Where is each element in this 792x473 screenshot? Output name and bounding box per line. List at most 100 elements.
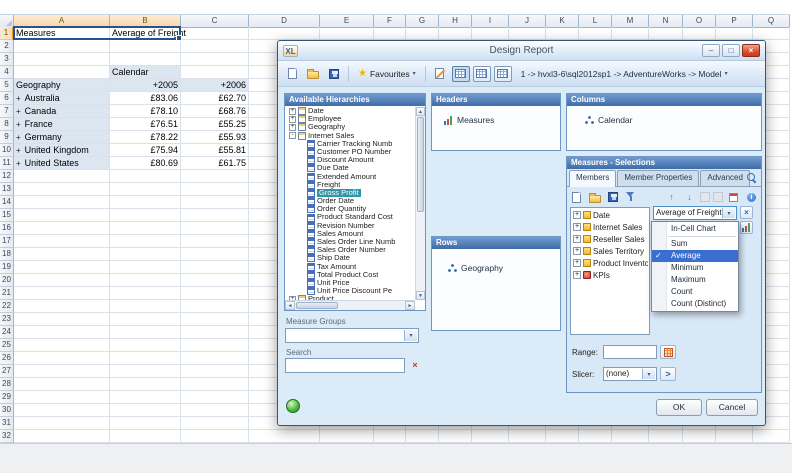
combo-dropdown-button[interactable]: ▾	[722, 208, 735, 218]
cell-F1[interactable]	[374, 27, 406, 40]
row-header-27[interactable]: 27	[0, 365, 14, 378]
cell-A6[interactable]: + Australia	[14, 92, 110, 105]
rows-item-geography[interactable]: Geography	[432, 249, 560, 273]
row-header-13[interactable]: 13	[0, 183, 14, 196]
tree-item-freight[interactable]: Freight	[286, 181, 414, 189]
cell-B6[interactable]: £83.06	[110, 92, 181, 105]
cell-C11[interactable]: £61.75	[181, 157, 249, 170]
cell-C25[interactable]	[181, 339, 249, 352]
scrollbar-thumb[interactable]	[296, 302, 338, 309]
cell-A13[interactable]	[14, 183, 110, 196]
outline-expand-button[interactable]: +	[16, 132, 21, 144]
tree-item-product-inventory[interactable]: + Product Inventory	[572, 257, 648, 269]
scroll-right-button[interactable]: ►	[405, 301, 415, 310]
tree-item-order-date[interactable]: Order Date	[286, 197, 414, 206]
tree-item-discount-amount[interactable]: Discount Amount	[286, 156, 414, 165]
cell-B31[interactable]	[110, 417, 181, 430]
cell-A29[interactable]	[14, 391, 110, 404]
dialog-titlebar[interactable]: XL Design Report – □ ×	[278, 41, 765, 61]
cell-C23[interactable]	[181, 313, 249, 326]
vertical-scrollbar[interactable]: ▲ ▼	[415, 107, 425, 300]
cell-C17[interactable]	[181, 235, 249, 248]
tree-item-reseller-sales[interactable]: + Reseller Sales	[572, 233, 648, 245]
cell-A23[interactable]	[14, 313, 110, 326]
cell-E1[interactable]	[320, 27, 374, 40]
cell-A15[interactable]	[14, 209, 110, 222]
cell-A9[interactable]: + Germany	[14, 131, 110, 144]
cell-C14[interactable]	[181, 196, 249, 209]
cell-L32[interactable]	[579, 430, 612, 443]
expand-icon[interactable]: +	[573, 271, 581, 279]
cell-A10[interactable]: + United Kingdom	[14, 144, 110, 157]
expand-icon[interactable]: +	[573, 259, 581, 267]
menu-item-minimum[interactable]: Minimum	[652, 262, 738, 274]
tree-item-total-product-cost[interactable]: Total Product Cost	[286, 271, 414, 279]
cell-K1[interactable]	[546, 27, 579, 40]
row-header-12[interactable]: 12	[0, 170, 14, 183]
row-header-9[interactable]: 9	[0, 131, 14, 144]
row-header-5[interactable]: 5	[0, 79, 14, 92]
cell-I32[interactable]	[472, 430, 509, 443]
view-button-2[interactable]	[472, 65, 491, 82]
row-header-29[interactable]: 29	[0, 391, 14, 404]
row-header-21[interactable]: 21	[0, 287, 14, 300]
outline-expand-button[interactable]: +	[16, 145, 21, 157]
cell-A19[interactable]	[14, 261, 110, 274]
cell-C19[interactable]	[181, 261, 249, 274]
cell-A3[interactable]	[14, 53, 110, 66]
tree-item-customer-po-number[interactable]: Customer PO Number	[286, 148, 414, 157]
cell-A17[interactable]	[14, 235, 110, 248]
row-header-24[interactable]: 24	[0, 326, 14, 339]
cell-M1[interactable]	[612, 27, 649, 40]
row-header-19[interactable]: 19	[0, 261, 14, 274]
cell-G32[interactable]	[406, 430, 439, 443]
tree-item-revision-number[interactable]: Revision Number	[286, 222, 414, 230]
cell-B30[interactable]	[110, 404, 181, 417]
cell-C18[interactable]	[181, 248, 249, 261]
outline-expand-button[interactable]: +	[16, 93, 21, 105]
cell-C4[interactable]	[181, 66, 249, 79]
cell-A31[interactable]	[14, 417, 110, 430]
cell-B5[interactable]: +2005	[110, 79, 181, 92]
cell-C27[interactable]	[181, 365, 249, 378]
row-header-23[interactable]: 23	[0, 313, 14, 326]
cell-B19[interactable]	[110, 261, 181, 274]
date-picker-button[interactable]	[726, 190, 741, 205]
cell-A1[interactable]: Measures	[14, 27, 110, 40]
cell-K32[interactable]	[546, 430, 579, 443]
cell-B20[interactable]	[110, 274, 181, 287]
expand-icon[interactable]: +	[573, 211, 581, 219]
cell-C30[interactable]	[181, 404, 249, 417]
cell-C9[interactable]: £55.93	[181, 131, 249, 144]
tree-item-employee[interactable]: + Employee	[286, 115, 414, 124]
row-header-16[interactable]: 16	[0, 222, 14, 235]
cell-A4[interactable]	[14, 66, 110, 79]
cancel-button[interactable]: Cancel	[706, 399, 758, 416]
cell-A7[interactable]: + Canada	[14, 105, 110, 118]
cell-P32[interactable]	[716, 430, 753, 443]
cell-A12[interactable]	[14, 170, 110, 183]
tree-item-date[interactable]: + Date	[572, 209, 648, 221]
cell-B25[interactable]	[110, 339, 181, 352]
cell-C2[interactable]	[181, 40, 249, 53]
cell-E32[interactable]	[320, 430, 374, 443]
cell-B14[interactable]	[110, 196, 181, 209]
cell-A25[interactable]	[14, 339, 110, 352]
filter-button[interactable]	[623, 190, 638, 205]
menu-item-maximum[interactable]: Maximum	[652, 274, 738, 286]
tree-item-order-quantity[interactable]: Order Quantity	[286, 205, 414, 214]
cell-A14[interactable]	[14, 196, 110, 209]
cell-B16[interactable]	[110, 222, 181, 235]
ok-button[interactable]: OK	[656, 399, 702, 416]
cell-B8[interactable]: £76.51	[110, 118, 181, 131]
cell-O32[interactable]	[683, 430, 716, 443]
tree-item-kpis[interactable]: + KPIs	[572, 269, 648, 281]
cell-A8[interactable]: + France	[14, 118, 110, 131]
row-header-7[interactable]: 7	[0, 105, 14, 118]
cell-B32[interactable]	[110, 430, 181, 443]
breadcrumb[interactable]: 1 -> hvxl3-6\sql2012sp1 -> AdventureWork…	[521, 69, 728, 79]
cell-C6[interactable]: £62.70	[181, 92, 249, 105]
cell-B4[interactable]: Calendar	[110, 66, 181, 79]
expand-icon[interactable]: +	[289, 123, 296, 131]
clear-selection-button[interactable]: ×	[740, 206, 753, 219]
